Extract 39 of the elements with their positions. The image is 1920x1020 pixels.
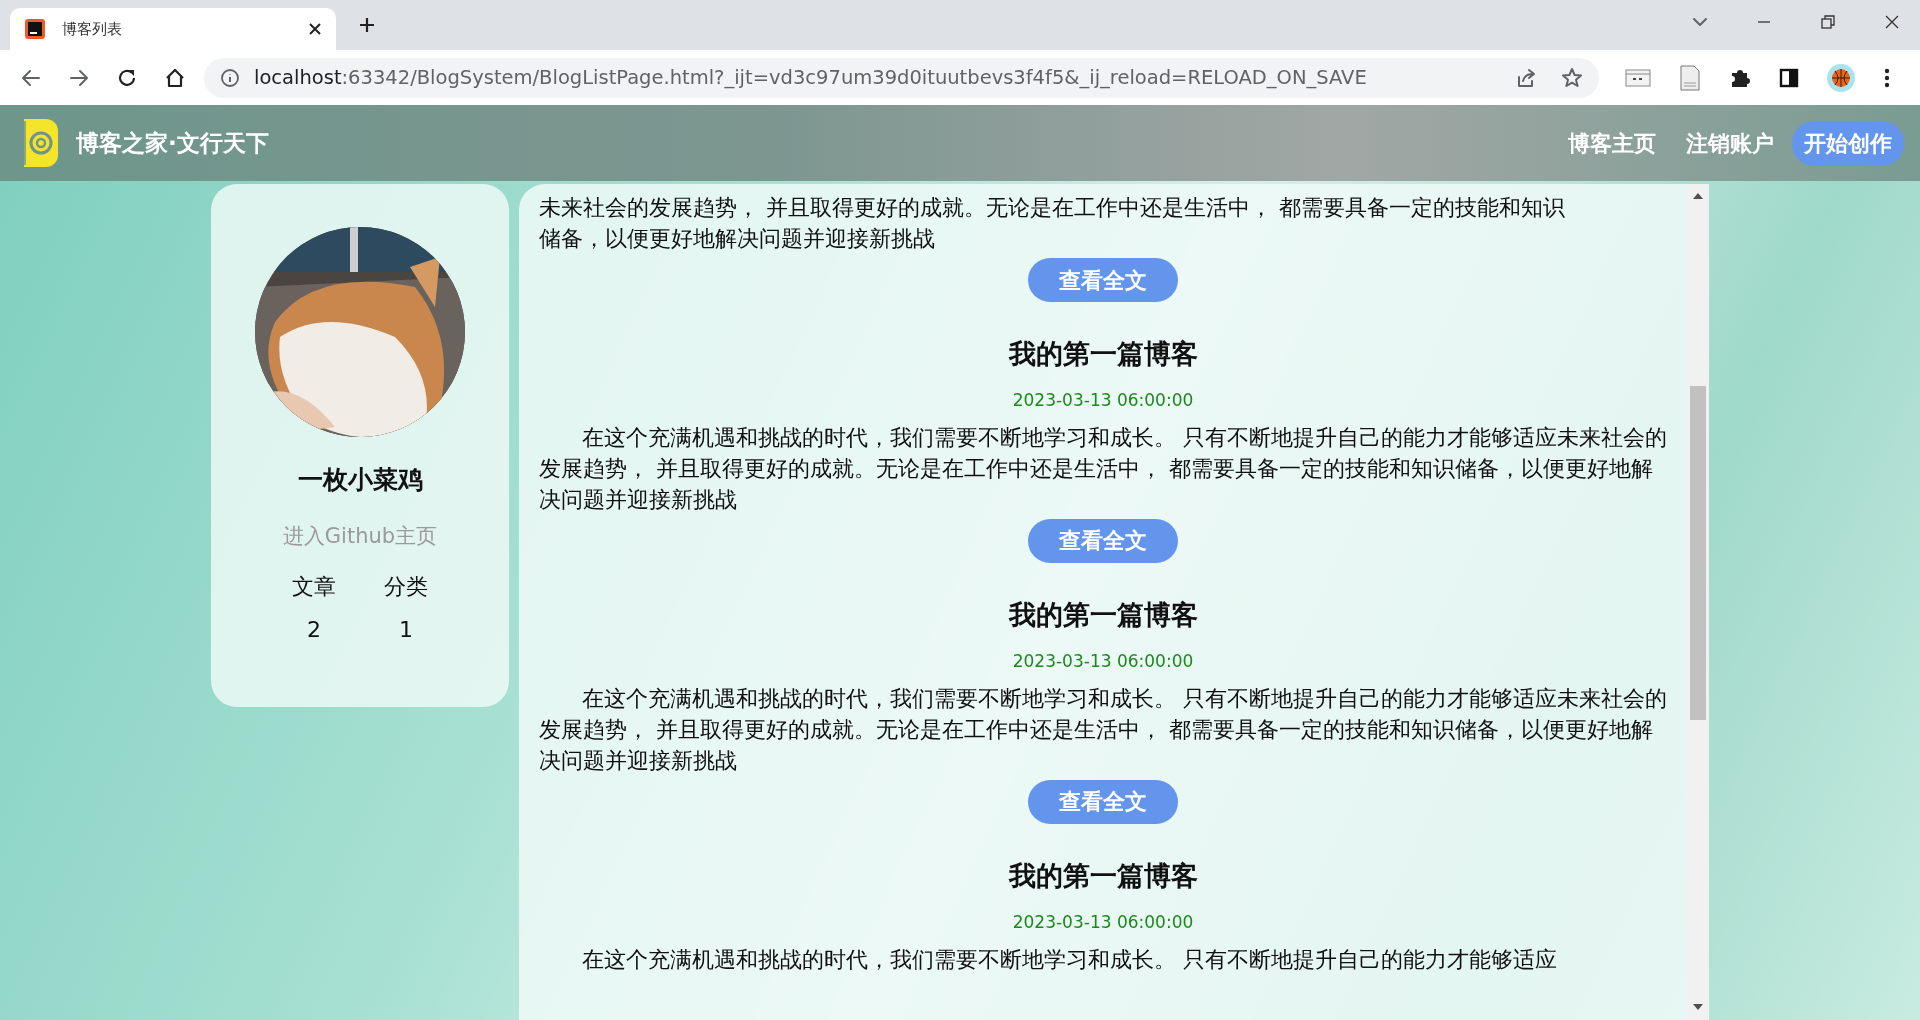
home-icon[interactable] bbox=[164, 66, 186, 89]
new-tab-icon[interactable] bbox=[358, 16, 376, 34]
close-icon[interactable] bbox=[1884, 14, 1900, 30]
star-icon[interactable] bbox=[1561, 66, 1583, 89]
tab-title: 博客列表 bbox=[62, 18, 123, 40]
article-text-line: 未来社会的发展趋势， 并且取得更好的成就。无论是在工作中还是生活中， 都需要具备一定的技能和知识 bbox=[539, 194, 1566, 222]
window-icon[interactable] bbox=[1625, 66, 1651, 89]
post-date: 2023-03-13 06:00:00 bbox=[1011, 911, 1195, 935]
stat-value: 2 bbox=[307, 616, 321, 644]
nav-button[interactable]: 开始创作 bbox=[1792, 120, 1904, 166]
github-link[interactable]: 进入Github主页 bbox=[282, 520, 438, 552]
nav-link[interactable]: 博客主页 bbox=[1556, 120, 1668, 166]
post-excerpt: 在这个充满机遇和挑战的时代，我们需要不断地学习和成长。 只有不断地提升自己的能力才能够适应未来社会的发展趋势， 并且取得更好的成就。无论是在工作中还是生活中， 都需要具备一定的技能和知识储备，以便更好地解决问题并迎接新挑战 bbox=[539, 423, 1667, 514]
post-title: 我的第一篇博客 bbox=[1007, 858, 1199, 893]
stat-label: 文章 bbox=[292, 573, 336, 601]
post-title: 我的第一篇博客 bbox=[1007, 597, 1199, 632]
sidebar-icon[interactable] bbox=[1779, 67, 1799, 88]
profile-avatar-icon[interactable] bbox=[1827, 63, 1855, 92]
nav-link[interactable]: 注销账户 bbox=[1674, 120, 1786, 166]
read-more-button[interactable]: 查看全文 bbox=[1028, 518, 1178, 563]
share-icon[interactable] bbox=[1515, 66, 1537, 89]
read-more-button[interactable]: 查看全文 bbox=[1028, 779, 1178, 824]
post-excerpt: 在这个充满机遇和挑战的时代，我们需要不断地学习和成长。 只有不断地提升自己的能力才能够适应 bbox=[581, 945, 1558, 974]
info-icon[interactable] bbox=[220, 67, 240, 88]
stat-value: 1 bbox=[399, 616, 413, 644]
more-icon[interactable] bbox=[1883, 66, 1891, 89]
post-date: 2023-03-13 06:00:00 bbox=[1011, 650, 1195, 674]
browser-tab[interactable]: 博客列表 bbox=[10, 8, 336, 50]
post-date: 2023-03-13 06:00:00 bbox=[1011, 389, 1195, 413]
stat-label: 分类 bbox=[384, 573, 428, 601]
close-icon[interactable] bbox=[308, 22, 322, 36]
post-title: 我的第一篇博客 bbox=[1007, 337, 1199, 371]
app-icon bbox=[24, 18, 46, 40]
read-more-button[interactable]: 查看全文 bbox=[1028, 258, 1178, 302]
restore-icon[interactable] bbox=[1820, 14, 1836, 30]
article-text-line: 储备，以便更好地解决问题并迎接新挑战 bbox=[539, 225, 936, 253]
site-title: 博客之家·文行天下 bbox=[76, 128, 269, 158]
post-excerpt: 在这个充满机遇和挑战的时代，我们需要不断地学习和成长。 只有不断地提升自己的能力才能够适应未来社会的发展趋势， 并且取得更好的成就。无论是在工作中还是生活中， 都需要具备一定的技能和知识储备，以便更好地解决问题并迎接新挑战 bbox=[539, 684, 1667, 775]
user-name: 一枚小菜鸡 bbox=[296, 464, 424, 496]
